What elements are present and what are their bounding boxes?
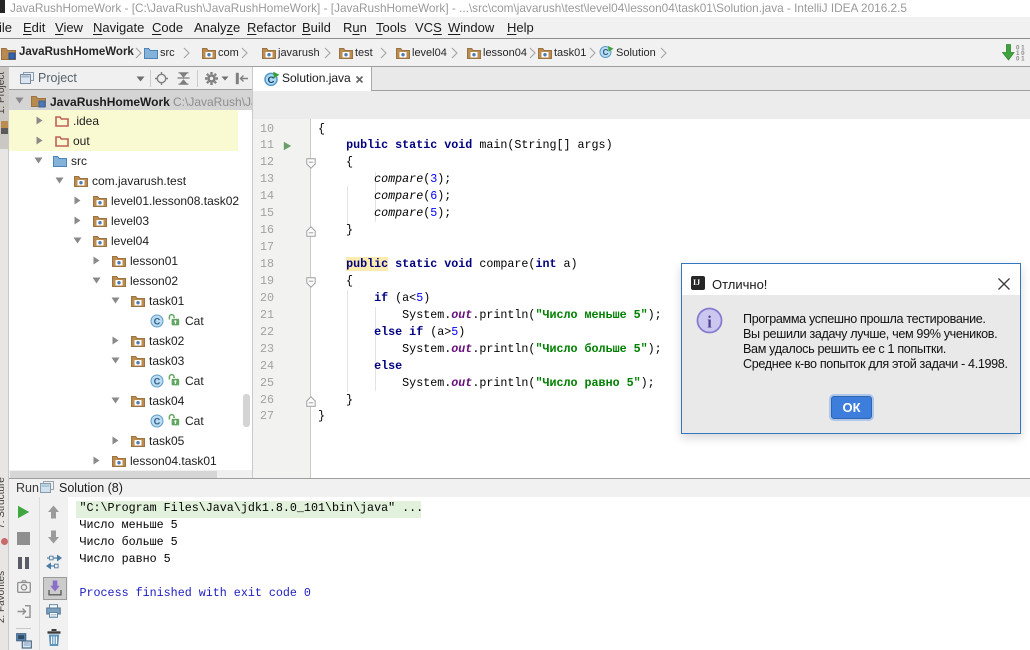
svg-text:C: C <box>154 317 161 327</box>
svg-text:C: C <box>268 75 275 86</box>
svg-text:C: C <box>154 377 161 387</box>
svg-text:0 1: 0 1 <box>1016 56 1025 62</box>
svg-text:C: C <box>154 417 161 427</box>
svg-text:i: i <box>707 312 712 331</box>
svg-text:C: C <box>603 48 609 57</box>
